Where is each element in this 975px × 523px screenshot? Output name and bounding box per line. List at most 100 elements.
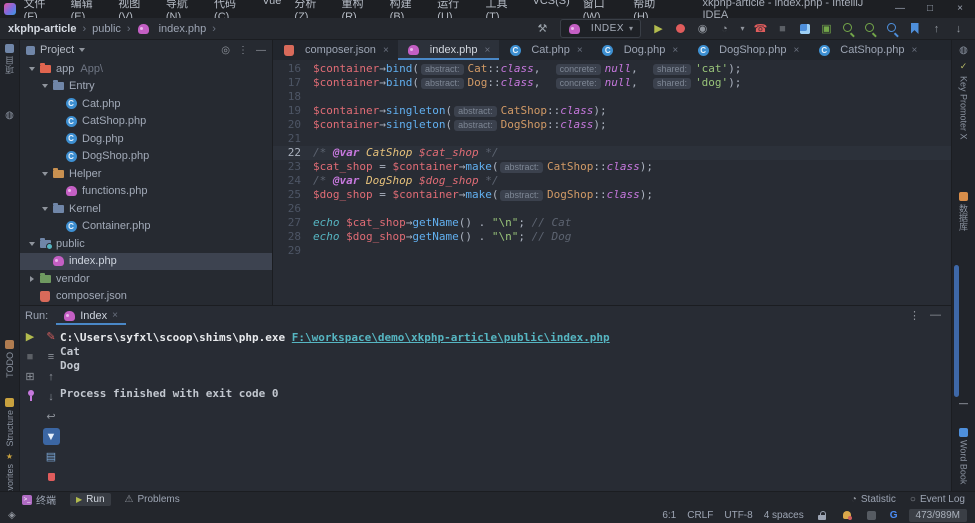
tree-item-Dog.php[interactable]: Dog.php — [20, 130, 272, 148]
profiler-button[interactable]: ◔ — [716, 20, 733, 37]
line-number[interactable]: 25 — [273, 188, 313, 202]
close-icon[interactable]: × — [672, 45, 678, 56]
translation-icon[interactable]: G — [890, 510, 898, 521]
stop-process-button[interactable]: ■ — [22, 348, 39, 365]
close-icon[interactable]: × — [577, 45, 583, 56]
code-area[interactable]: 16$container→bind(abstract:Cat::class, c… — [273, 60, 951, 258]
tree-item-index.php[interactable]: index.php — [20, 253, 272, 271]
write-access-icon[interactable] — [815, 508, 829, 522]
debug-button[interactable] — [672, 20, 689, 37]
code-line-26[interactable]: 26 — [273, 202, 951, 216]
previous-occurrence-button[interactable]: ↑ — [928, 20, 945, 37]
tool-stripe-todo[interactable]: TODO — [0, 340, 19, 378]
code-line-27[interactable]: 27echo $cat_shop→getName() . "\n"; // Ca… — [273, 216, 951, 230]
stripe-dash-icon[interactable]: — — [952, 398, 975, 408]
locate-file-icon[interactable]: ◎ — [221, 45, 230, 56]
clear-console-button[interactable] — [43, 468, 60, 485]
code-line-16[interactable]: 16$container→bind(abstract:Cat::class, c… — [273, 62, 951, 76]
code-line-21[interactable]: 21 — [273, 132, 951, 146]
line-number[interactable]: 24 — [273, 174, 313, 188]
close-icon[interactable]: × — [793, 45, 799, 56]
close-icon[interactable]: × — [383, 45, 389, 56]
minimize-icon[interactable]: — — [885, 0, 915, 18]
line-number[interactable]: 18 — [273, 90, 313, 104]
replace-in-files-button[interactable] — [862, 20, 879, 37]
up-stack-trace-button[interactable]: ↑ — [43, 368, 60, 385]
chevron-down-icon[interactable] — [79, 48, 85, 52]
tree-item-Container.php[interactable]: Container.php — [20, 218, 272, 236]
encoding[interactable]: UTF-8 — [724, 510, 752, 521]
terminal-toolwindow-button[interactable]: >_ 终端 — [22, 492, 56, 507]
show-options-menu-button[interactable]: ≡ — [43, 348, 60, 365]
capture-screenshot-button[interactable]: ▣ — [818, 20, 835, 37]
hide-panel-icon[interactable]: — — [256, 45, 266, 56]
tool-stripe-project[interactable]: 项目 — [0, 44, 19, 74]
soft-wrap-button[interactable]: ↩ — [43, 408, 60, 425]
code-line-18[interactable]: 18 — [273, 90, 951, 104]
line-number[interactable]: 27 — [273, 216, 313, 230]
line-number[interactable]: 26 — [273, 202, 313, 216]
code-line-17[interactable]: 17$container→bind(abstract:Dog::class, c… — [273, 76, 951, 90]
hide-run-panel-icon[interactable]: — — [930, 309, 941, 322]
editor-tab-Cat.php[interactable]: Cat.php× — [499, 40, 591, 60]
problems-toolwindow-button[interactable]: ⚠ Problems — [125, 494, 180, 505]
run-tab-index[interactable]: Index × — [56, 306, 126, 325]
rerun-button[interactable]: ▶ — [22, 328, 39, 345]
tool-stripe-key-promoter[interactable]: Key Promoter X — [952, 76, 975, 140]
tree-item-DogShop.php[interactable]: DogShop.php — [20, 148, 272, 166]
caret-position[interactable]: 6:1 — [662, 510, 676, 521]
editor-tab-DogShop.php[interactable]: DogShop.php× — [687, 40, 808, 60]
tool-stripe-structure[interactable]: Structure — [0, 398, 19, 447]
run-button[interactable]: ▶ — [650, 20, 667, 37]
tool-stripe-word-book[interactable]: Word Book — [952, 428, 975, 484]
bookmark-button[interactable] — [906, 20, 923, 37]
run-config-selector[interactable]: INDEX▾ — [560, 19, 641, 38]
line-number[interactable]: 17 — [273, 76, 313, 90]
notifications-icon[interactable] — [840, 508, 854, 522]
line-number[interactable]: 28 — [273, 230, 313, 244]
tool-stripe-gear-icon[interactable]: ◍ — [0, 110, 19, 121]
attach-debugger-button[interactable]: ☎ — [752, 20, 769, 37]
tree-item-Entry[interactable]: Entry — [20, 78, 272, 96]
line-number[interactable]: 29 — [273, 244, 313, 258]
line-ending[interactable]: CRLF — [687, 510, 713, 521]
event-log-toolwindow-button[interactable]: ○ Event Log — [910, 494, 965, 505]
project-panel-title[interactable]: Project — [40, 44, 74, 56]
editor-tab-Dog.php[interactable]: Dog.php× — [592, 40, 687, 60]
tool-stripe-database[interactable]: 数据库 — [952, 192, 975, 231]
profiler-dropdown-icon[interactable]: ▾ — [738, 20, 747, 37]
maximize-icon[interactable]: □ — [915, 0, 945, 18]
code-line-23[interactable]: 23$cat_shop = $container→make(abstract:C… — [273, 160, 951, 174]
tree-item-vendor[interactable]: vendor — [20, 270, 272, 288]
panel-options-icon[interactable]: ⋮ — [238, 45, 248, 56]
down-stack-trace-button[interactable]: ↓ — [43, 388, 60, 405]
line-number[interactable]: 20 — [273, 118, 313, 132]
open-on-device-button[interactable] — [796, 20, 813, 37]
line-number[interactable]: 23 — [273, 160, 313, 174]
tree-item-Cat.php[interactable]: Cat.php — [20, 95, 272, 113]
build-hammer-icon[interactable]: ⚒ — [534, 20, 551, 37]
console-file-link[interactable]: F:\workspace\demo\xkphp-article\public\i… — [292, 331, 610, 344]
inspections-ok-icon[interactable]: ✓ — [952, 61, 975, 72]
memory-indicator[interactable]: 473/989M — [909, 509, 967, 522]
code-line-20[interactable]: 20$container→singleton(abstract:DogShop:… — [273, 118, 951, 132]
line-number[interactable]: 16 — [273, 62, 313, 76]
reader-mode-icon[interactable] — [865, 508, 879, 522]
find-in-files-button[interactable] — [840, 20, 857, 37]
line-number[interactable]: 22 — [273, 146, 313, 160]
close-icon[interactable]: × — [485, 45, 491, 56]
run-options-icon[interactable]: ⋮ — [909, 309, 920, 322]
pin-tab-button[interactable] — [22, 388, 39, 405]
toolwindow-switcher-icon[interactable]: ◈ — [8, 510, 16, 521]
code-line-25[interactable]: 25$dog_shop = $container→make(abstract:D… — [273, 188, 951, 202]
next-occurrence-button[interactable]: ↓ — [950, 20, 967, 37]
statistic-toolwindow-button[interactable]: ◔ Statistic — [851, 494, 896, 505]
tree-item-composer.json[interactable]: composer.json — [20, 288, 272, 306]
tree-item-functions.php[interactable]: functions.php — [20, 183, 272, 201]
tree-item-public[interactable]: public — [20, 235, 272, 253]
code-line-28[interactable]: 28echo $dog_shop→getName() . "\n"; // Do… — [273, 230, 951, 244]
tree-item-Kernel[interactable]: Kernel — [20, 200, 272, 218]
editor-tab-composer.json[interactable]: composer.json× — [273, 40, 398, 60]
run-console[interactable]: C:\Users\syfxl\scoop\shims\php.exe F:\wo… — [60, 331, 610, 401]
run-toolwindow-button[interactable]: ▶ Run — [70, 493, 111, 506]
